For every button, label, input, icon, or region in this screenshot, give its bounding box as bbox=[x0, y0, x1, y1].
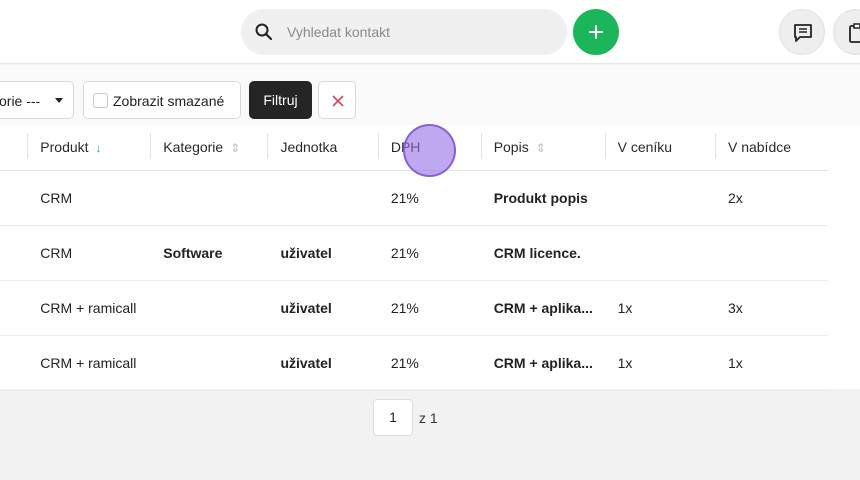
search-box[interactable] bbox=[241, 9, 567, 55]
table-cell: 3x bbox=[714, 280, 828, 336]
table-cell bbox=[0, 170, 28, 226]
search-icon bbox=[254, 22, 274, 42]
add-contact-button[interactable] bbox=[573, 9, 619, 55]
table-cell: 21% bbox=[377, 335, 481, 391]
table-cell bbox=[604, 170, 715, 226]
filter-button[interactable]: Filtruj bbox=[249, 81, 312, 119]
column-header-jednotka[interactable]: Jednotka bbox=[267, 125, 378, 171]
table-cell: CRM bbox=[27, 170, 151, 226]
table-cell: uživatel bbox=[267, 335, 378, 391]
table-cell: CRM + aplika... bbox=[480, 280, 605, 336]
table-cell: CRM + aplika... bbox=[480, 335, 605, 391]
table-cell: 21% bbox=[377, 280, 481, 336]
table-cell bbox=[150, 335, 268, 391]
clipboard-icon bbox=[849, 23, 860, 43]
table-cell: 21% bbox=[377, 225, 481, 281]
show-deleted-checkbox[interactable] bbox=[93, 93, 108, 108]
filter-bar: orie --- Zobrazit smazané Filtruj bbox=[0, 65, 860, 125]
column-header-v-ceniku[interactable]: V ceníku bbox=[604, 125, 715, 171]
clear-filter-button[interactable] bbox=[318, 81, 356, 119]
search-input[interactable] bbox=[287, 19, 547, 45]
table-cell: CRM + ramicall bbox=[27, 335, 151, 391]
show-deleted-label: Zobrazit smazané bbox=[113, 93, 225, 109]
clipboard-button[interactable] bbox=[833, 9, 860, 55]
pagination-page-input[interactable]: 1 bbox=[373, 399, 413, 436]
column-header-produkt[interactable]: Produkt ↓ bbox=[27, 125, 151, 171]
close-icon bbox=[332, 95, 344, 107]
table-row[interactable]: CRM + ramicall uživatel 21% CRM + aplika… bbox=[0, 335, 828, 391]
chat-icon bbox=[794, 24, 812, 42]
table-cell bbox=[150, 170, 268, 226]
sort-icon[interactable]: ⇕ bbox=[230, 141, 240, 155]
table-cell: uživatel bbox=[267, 225, 378, 281]
table-cell bbox=[714, 225, 828, 281]
pagination-total: z 1 bbox=[419, 410, 438, 426]
products-panel: orie --- Zobrazit smazané Filtruj H Prod… bbox=[0, 65, 860, 391]
category-select-value: orie --- bbox=[0, 93, 41, 109]
column-header-v-nabidce[interactable]: V nabídce bbox=[714, 125, 828, 171]
table-cell bbox=[267, 170, 378, 226]
table-cell bbox=[0, 335, 28, 391]
table-cell: 21% bbox=[377, 170, 481, 226]
table-cell: 1x bbox=[604, 335, 715, 391]
table-row[interactable]: CRM Software uživatel 21% CRM licence. bbox=[0, 225, 828, 281]
table-cell: 1x bbox=[604, 280, 715, 336]
table-cell bbox=[0, 225, 28, 281]
column-header-kategorie[interactable]: Kategorie ⇕ bbox=[150, 125, 268, 171]
chevron-down-icon bbox=[55, 98, 63, 103]
table-cell: uživatel bbox=[267, 280, 378, 336]
table-cell: Software bbox=[150, 225, 268, 281]
table-row[interactable]: CRM + ramicall uživatel 21% CRM + aplika… bbox=[0, 280, 828, 336]
column-header-popis[interactable]: Popis ⇕ bbox=[480, 125, 605, 171]
category-select[interactable]: orie --- bbox=[0, 81, 74, 119]
table-cell bbox=[0, 280, 28, 336]
plus-icon bbox=[589, 25, 603, 39]
sort-desc-icon[interactable]: ↓ bbox=[96, 141, 102, 155]
pointer-indicator bbox=[403, 124, 456, 177]
column-header[interactable]: H bbox=[0, 125, 28, 171]
table-cell: 1x bbox=[714, 335, 828, 391]
table-cell: 2x bbox=[714, 170, 828, 226]
top-bar bbox=[0, 0, 860, 64]
sort-icon[interactable]: ⇕ bbox=[536, 141, 546, 155]
chat-button[interactable] bbox=[779, 9, 825, 55]
show-deleted-toggle[interactable]: Zobrazit smazané bbox=[83, 81, 241, 119]
table-cell bbox=[150, 280, 268, 336]
table-cell: CRM bbox=[27, 225, 151, 281]
table-cell: Produkt popis bbox=[480, 170, 605, 226]
table-cell: CRM + ramicall bbox=[27, 280, 151, 336]
table-cell: CRM licence. bbox=[480, 225, 605, 281]
table-row[interactable]: CRM 21% Produkt popis 2x bbox=[0, 170, 828, 226]
table-cell bbox=[604, 225, 715, 281]
